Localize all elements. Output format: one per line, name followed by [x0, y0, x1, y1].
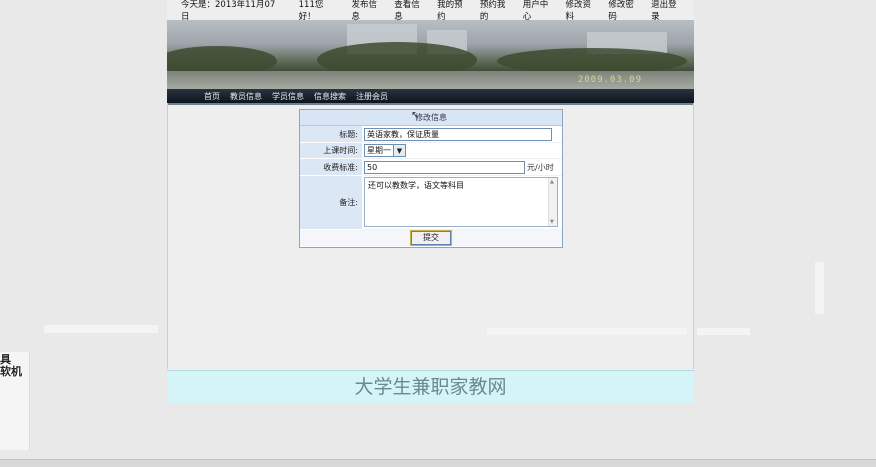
link-bookings-for-me[interactable]: 预约我的: [480, 0, 511, 22]
mouse-cursor-icon: ↖: [411, 110, 420, 121]
fee-unit: 元/小时: [527, 162, 554, 172]
link-view-info[interactable]: 查看信息: [394, 0, 425, 22]
date-text: 今天是：2013年11月07日: [181, 0, 276, 22]
nav-register[interactable]: 注册会员: [356, 91, 388, 102]
link-my-bookings[interactable]: 我的预约: [437, 0, 468, 22]
form-title: 修改信息: [300, 110, 562, 126]
banner-image: 2009.03.09: [167, 20, 694, 89]
form-row-fee: 收费标准: 元/小时: [300, 159, 562, 176]
nav-student-info[interactable]: 学员信息: [272, 91, 304, 102]
banner-date-stamp: 2009.03.09: [577, 75, 642, 85]
background-strip: [44, 325, 158, 333]
time-select-value: 星期一: [367, 146, 391, 155]
nav-search[interactable]: 信息搜索: [314, 91, 346, 102]
title-label: 标题:: [300, 126, 362, 143]
link-publish-info[interactable]: 发布信息: [351, 0, 382, 22]
link-edit-profile[interactable]: 修改资料: [566, 0, 597, 22]
form-row-note: 备注: 还可以教数学，语文等科目 ▲ ▼: [300, 176, 562, 230]
background-strip: [815, 262, 824, 314]
form-row-time: 上课时间: 星期一 ▼: [300, 143, 562, 159]
time-select[interactable]: 星期一 ▼: [364, 144, 406, 157]
top-links: 发布信息 查看信息 我的预约 预约我的 用户中心 修改资料 修改密码 退出登录: [351, 0, 694, 22]
note-textarea[interactable]: 还可以教数学，语文等科目 ▲ ▼: [364, 177, 558, 227]
background-strip: [697, 328, 750, 335]
scroll-up-icon[interactable]: ▲: [550, 179, 554, 185]
greeting-text: 111您好！: [298, 0, 324, 22]
title-input[interactable]: [364, 127, 552, 141]
nav-home[interactable]: 首页: [204, 91, 220, 102]
edit-info-form: 修改信息 标题: 上课时间: 星期一 ▼ 收费标准: 元/小时 备注: 还可以教…: [299, 109, 563, 248]
link-change-password[interactable]: 修改密码: [608, 0, 639, 22]
note-text: 还可以教数学，语文等科目: [368, 181, 464, 190]
submit-button[interactable]: 提交: [410, 230, 452, 246]
chevron-down-icon[interactable]: ▼: [393, 145, 405, 156]
fee-label: 收费标准:: [300, 159, 362, 176]
form-row-submit: 提交: [300, 230, 562, 246]
form-row-title: 标题:: [300, 126, 562, 143]
link-logout[interactable]: 退出登录: [651, 0, 682, 22]
note-label: 备注:: [300, 176, 362, 230]
fee-input[interactable]: [364, 160, 525, 174]
side-tab-text: 具 软机: [0, 353, 22, 378]
background-strip: [487, 328, 687, 335]
top-bar: 今天是：2013年11月07日 111您好！ 发布信息 查看信息 我的预约 预约…: [167, 0, 694, 22]
link-user-center[interactable]: 用户中心: [523, 0, 554, 22]
footer-banner: 大学生兼职家教网: [167, 370, 694, 403]
scroll-down-icon[interactable]: ▼: [550, 219, 554, 225]
side-tab[interactable]: 具 软机: [0, 352, 30, 450]
time-label: 上课时间:: [300, 143, 362, 159]
nav-tutor-info[interactable]: 教员信息: [230, 91, 262, 102]
textarea-scrollbar[interactable]: ▲ ▼: [548, 178, 557, 226]
